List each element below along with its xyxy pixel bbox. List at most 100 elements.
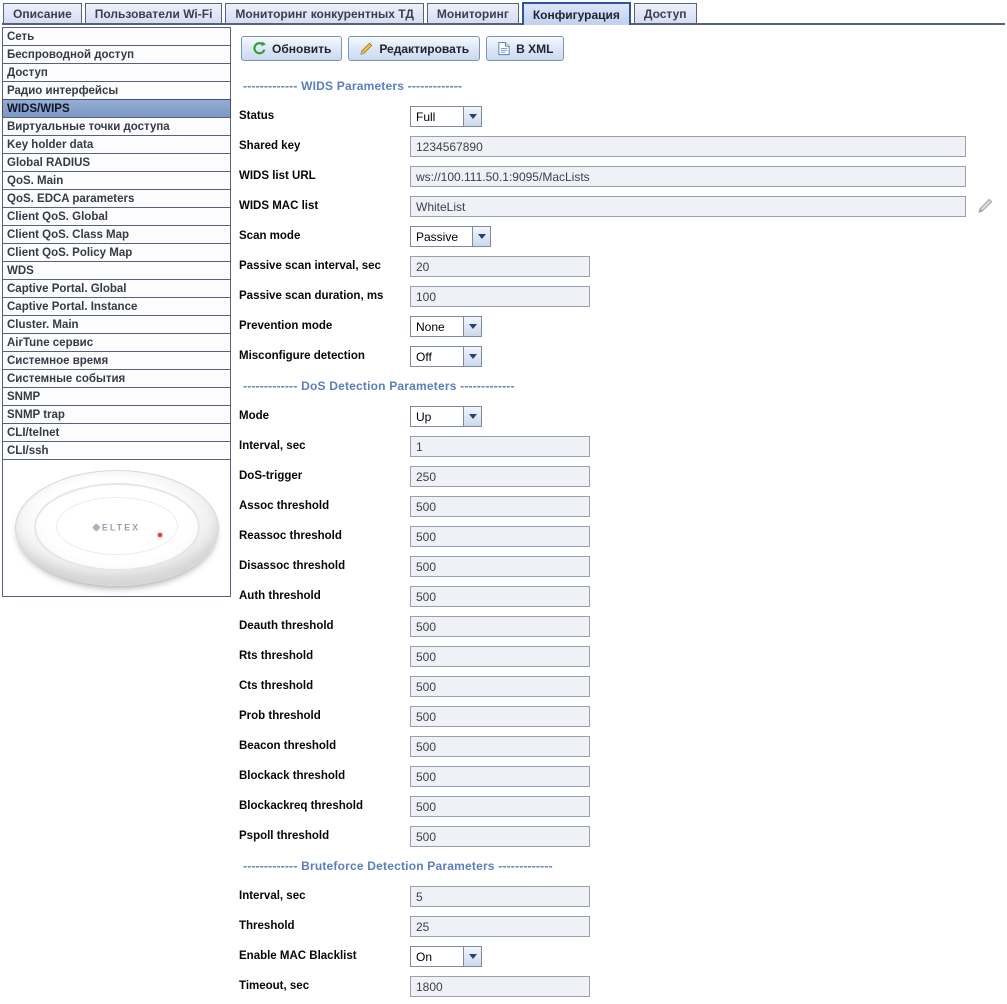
dropdown-value: None: [411, 317, 463, 336]
dropdown-arrow-button[interactable]: [463, 407, 481, 426]
form-row: Threshold25: [239, 911, 1005, 941]
form-row: DoS-trigger250: [239, 461, 1005, 491]
text-field[interactable]: 20: [410, 256, 590, 277]
text-field[interactable]: 5: [410, 886, 590, 907]
sidebar-item[interactable]: Системные события: [2, 369, 231, 388]
sidebar-list: СетьБеспроводной доступДоступРадио интер…: [2, 27, 231, 460]
sidebar-item[interactable]: WIDS/WIPS: [2, 99, 231, 118]
text-field[interactable]: 500: [410, 526, 590, 547]
tab[interactable]: Пользователи Wi-Fi: [85, 3, 223, 23]
text-field[interactable]: 500: [410, 556, 590, 577]
dropdown-arrow-button[interactable]: [463, 347, 481, 366]
field-label: Blockackreq threshold: [239, 800, 410, 812]
sidebar-item[interactable]: Client QoS. Policy Map: [2, 243, 231, 262]
text-field[interactable]: 500: [410, 676, 590, 697]
form-row: Misconfigure detectionOff: [239, 341, 1005, 371]
form-row: WIDS list URLws://100.111.50.1:9095/MacL…: [239, 161, 1005, 191]
access-point-image: ELTEX: [15, 470, 219, 586]
dropdown[interactable]: Off: [410, 346, 482, 367]
field-label: Deauth threshold: [239, 620, 410, 632]
chevron-down-icon: [469, 324, 477, 329]
dropdown[interactable]: Up: [410, 406, 482, 427]
sidebar-item[interactable]: QoS. Main: [2, 171, 231, 190]
dropdown-arrow-button[interactable]: [463, 317, 481, 336]
sidebar-item[interactable]: Беспроводной доступ: [2, 45, 231, 64]
text-field[interactable]: WhiteList: [410, 196, 966, 217]
form-row: Blockackreq threshold500: [239, 791, 1005, 821]
field-label: Prevention mode: [239, 320, 410, 332]
text-field[interactable]: 500: [410, 826, 590, 847]
sidebar-item[interactable]: QoS. EDCA parameters: [2, 189, 231, 208]
to-xml-button[interactable]: В XML: [486, 36, 564, 61]
sidebar-item[interactable]: Доступ: [2, 63, 231, 82]
app-window: ОписаниеПользователи Wi-FiМониторинг кон…: [0, 0, 1007, 1004]
dropdown-arrow-button[interactable]: [463, 947, 481, 966]
text-field[interactable]: 1: [410, 436, 590, 457]
field-label: Passive scan interval, sec: [239, 260, 410, 272]
toolbar: Обновить Редактировать: [233, 25, 1005, 61]
sidebar-item[interactable]: Cluster. Main: [2, 315, 231, 334]
dropdown[interactable]: On: [410, 946, 482, 967]
sidebar-item[interactable]: Captive Portal. Instance: [2, 297, 231, 316]
text-field[interactable]: 500: [410, 796, 590, 817]
tab[interactable]: Описание: [3, 3, 82, 23]
tab[interactable]: Мониторинг конкурентных ТД: [225, 3, 423, 23]
sidebar-item[interactable]: Captive Portal. Global: [2, 279, 231, 298]
field-label: Interval, sec: [239, 890, 410, 902]
dropdown[interactable]: Full: [410, 106, 482, 127]
sidebar-item[interactable]: CLI/ssh: [2, 441, 231, 460]
pencil-icon: [359, 41, 374, 56]
sidebar-item[interactable]: SNMP trap: [2, 405, 231, 424]
sidebar-item[interactable]: SNMP: [2, 387, 231, 406]
field-label: Shared key: [239, 140, 410, 152]
dropdown[interactable]: None: [410, 316, 482, 337]
sidebar-item[interactable]: Радио интерфейсы: [2, 81, 231, 100]
refresh-button[interactable]: Обновить: [241, 36, 342, 61]
chevron-down-icon: [469, 354, 477, 359]
text-field[interactable]: 500: [410, 586, 590, 607]
sidebar-item[interactable]: CLI/telnet: [2, 423, 231, 442]
text-field[interactable]: 500: [410, 736, 590, 757]
dropdown-arrow-button[interactable]: [463, 107, 481, 126]
text-field[interactable]: 500: [410, 766, 590, 787]
sidebar-item[interactable]: Client QoS. Global: [2, 207, 231, 226]
edit-pencil-icon[interactable]: [976, 197, 994, 215]
status-led: [158, 533, 162, 537]
dropdown[interactable]: Passive: [410, 226, 491, 247]
text-field[interactable]: 1800: [410, 976, 590, 997]
sidebar-item[interactable]: Client QoS. Class Map: [2, 225, 231, 244]
field-label: Blockack threshold: [239, 770, 410, 782]
dropdown-arrow-button[interactable]: [472, 227, 490, 246]
sidebar-item[interactable]: Системное время: [2, 351, 231, 370]
field-label: Beacon threshold: [239, 740, 410, 752]
sidebar-item[interactable]: WDS: [2, 261, 231, 280]
text-field[interactable]: 250: [410, 466, 590, 487]
text-field[interactable]: 500: [410, 646, 590, 667]
form-row: Prob threshold500: [239, 701, 1005, 731]
text-field[interactable]: 500: [410, 706, 590, 727]
text-field[interactable]: 25: [410, 916, 590, 937]
field-label: Timeout, sec: [239, 980, 410, 992]
sidebar-item[interactable]: Global RADIUS: [2, 153, 231, 172]
tab[interactable]: Мониторинг: [427, 3, 519, 23]
section-header: ------------- DoS Detection Parameters -…: [243, 379, 1005, 393]
chevron-down-icon: [469, 114, 477, 119]
sidebar-item[interactable]: Key holder data: [2, 135, 231, 154]
to-xml-button-label: В XML: [516, 42, 553, 56]
section-header: ------------- Bruteforce Detection Param…: [243, 859, 1005, 873]
sidebar-item[interactable]: Виртуальные точки доступа: [2, 117, 231, 136]
text-field[interactable]: 500: [410, 616, 590, 637]
text-field[interactable]: 1234567890: [410, 136, 966, 157]
tab[interactable]: Доступ: [634, 3, 697, 23]
form-row: Passive scan duration, ms100: [239, 281, 1005, 311]
sidebar-item[interactable]: Сеть: [2, 27, 231, 46]
edit-button[interactable]: Редактировать: [348, 36, 480, 61]
chevron-down-icon: [469, 414, 477, 419]
text-field[interactable]: ws://100.111.50.1:9095/MacLists: [410, 166, 966, 187]
field-label: Cts threshold: [239, 680, 410, 692]
text-field[interactable]: 500: [410, 496, 590, 517]
sidebar-item[interactable]: AirTune сервис: [2, 333, 231, 352]
form-row: Auth threshold500: [239, 581, 1005, 611]
text-field[interactable]: 100: [410, 286, 590, 307]
tab[interactable]: Конфигурация: [522, 2, 631, 25]
